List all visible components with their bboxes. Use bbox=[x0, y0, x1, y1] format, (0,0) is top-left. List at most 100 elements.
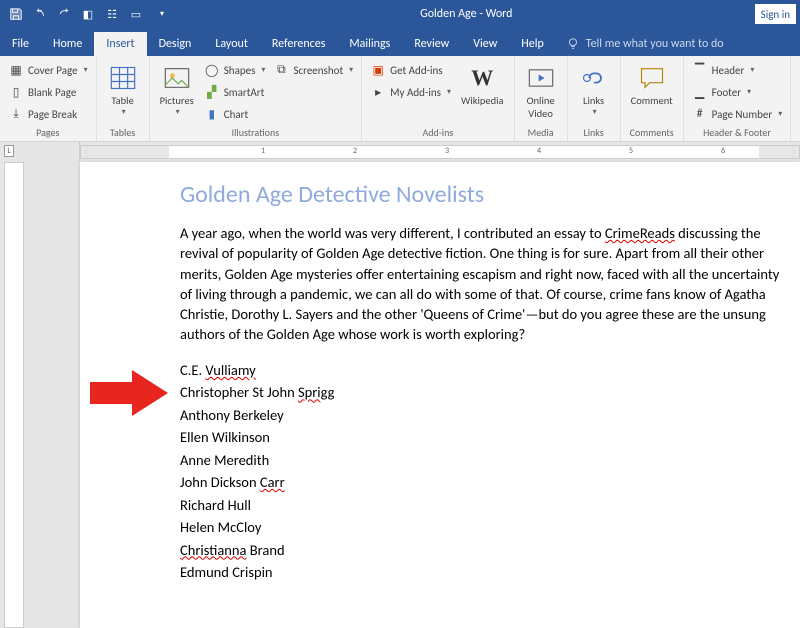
get-addins-label: Get Add-ins bbox=[390, 64, 442, 77]
header-button[interactable]: ▔Header▾ bbox=[690, 60, 785, 80]
group-addins: ▣Get Add-ins ▸My Add-ins▾ W Wikipedia Ad… bbox=[362, 56, 514, 141]
group-media-label: Media bbox=[521, 124, 561, 141]
my-addins-button[interactable]: ▸My Add-ins▾ bbox=[368, 82, 453, 102]
blank-page-button[interactable]: ▯ Blank Page bbox=[6, 82, 90, 102]
group-links: Links▾ Links bbox=[568, 56, 621, 141]
page-break-button[interactable]: ⤓Page Break bbox=[6, 104, 90, 124]
cover-page-button[interactable]: ▦Cover Page▾ bbox=[6, 60, 90, 80]
window-title: Golden Age - Word bbox=[178, 7, 755, 21]
table-button[interactable]: Table▾ bbox=[103, 60, 143, 119]
tab-insert[interactable]: Insert bbox=[94, 32, 146, 56]
para-text-1: A year ago, when the world was very diff… bbox=[180, 224, 605, 242]
horizontal-ruler[interactable]: 1 2 3 4 5 6 bbox=[80, 145, 800, 159]
qat-icon-5[interactable]: ☷ bbox=[104, 6, 120, 22]
my-addins-icon: ▸ bbox=[370, 84, 386, 100]
group-header-footer: ▔Header▾ ▁Footer▾ #Page Number▾ Header &… bbox=[684, 56, 792, 141]
tab-references[interactable]: References bbox=[260, 32, 338, 56]
redo-icon[interactable] bbox=[56, 6, 72, 22]
document-page[interactable]: Golden Age Detective Novelists A year ag… bbox=[80, 162, 800, 628]
author-pre: Edmund Crispin bbox=[180, 563, 273, 581]
undo-icon[interactable] bbox=[32, 6, 48, 22]
author-item: Richard Hull bbox=[180, 494, 782, 516]
shapes-icon: ◯ bbox=[204, 62, 220, 78]
smartart-button[interactable]: ▞ SmartArt bbox=[202, 82, 268, 102]
smartart-icon: ▞ bbox=[204, 84, 220, 100]
table-icon bbox=[107, 62, 139, 94]
document-area: Golden Age Detective Novelists A year ag… bbox=[0, 162, 800, 628]
comment-button[interactable]: Comment bbox=[627, 60, 677, 109]
author-item: Edmund Crispin bbox=[180, 561, 782, 583]
save-icon[interactable] bbox=[8, 6, 24, 22]
pictures-button[interactable]: Pictures▾ bbox=[156, 60, 198, 119]
tab-selector[interactable]: L bbox=[4, 145, 14, 157]
links-button[interactable]: Links▾ bbox=[574, 60, 614, 119]
group-tables: Table▾ Tables bbox=[97, 56, 150, 141]
footer-button[interactable]: ▁Footer▾ bbox=[690, 82, 785, 102]
author-post: Brand bbox=[246, 541, 284, 559]
author-item: Ellen Wilkinson bbox=[180, 426, 782, 448]
comment-icon bbox=[636, 62, 668, 94]
ruler-corner-area: L bbox=[0, 142, 80, 162]
tab-mailings[interactable]: Mailings bbox=[337, 32, 402, 56]
tab-review[interactable]: Review bbox=[402, 32, 461, 56]
wikipedia-icon: W bbox=[466, 62, 498, 94]
group-comments: Comment Comments bbox=[621, 56, 684, 141]
tab-home[interactable]: Home bbox=[41, 32, 94, 56]
author-squiggle: Carr bbox=[260, 473, 285, 491]
group-text: A Text Box▾ Text bbox=[791, 56, 800, 141]
ribbon-tabs: FileHomeInsertDesignLayoutReferencesMail… bbox=[0, 28, 800, 56]
author-squiggle: Christianna bbox=[180, 541, 246, 559]
document-title: Golden Age Detective Novelists bbox=[180, 180, 782, 209]
qat-customize-icon[interactable]: ▾ bbox=[154, 6, 170, 22]
online-video-button[interactable]: Online Video bbox=[521, 60, 561, 122]
page-number-button[interactable]: #Page Number▾ bbox=[690, 104, 785, 124]
group-illus-label: Illustrations bbox=[156, 124, 356, 141]
footer-label: Footer bbox=[712, 86, 741, 99]
author-pre: Ellen Wilkinson bbox=[180, 428, 270, 446]
tell-me-label: Tell me what you want to do bbox=[586, 37, 724, 51]
author-squiggle: Vulliamy bbox=[205, 361, 255, 379]
tell-me[interactable]: Tell me what you want to do bbox=[556, 32, 734, 56]
page-break-label: Page Break bbox=[28, 108, 77, 121]
smartart-label: SmartArt bbox=[224, 86, 265, 99]
chart-label: Chart bbox=[224, 108, 248, 121]
get-addins-button[interactable]: ▣Get Add-ins bbox=[368, 60, 453, 80]
wikipedia-button[interactable]: W Wikipedia bbox=[457, 60, 508, 109]
intro-paragraph: A year ago, when the world was very diff… bbox=[180, 223, 782, 345]
tab-design[interactable]: Design bbox=[147, 32, 204, 56]
my-addins-label: My Add-ins bbox=[390, 86, 441, 99]
tab-file[interactable]: File bbox=[0, 32, 41, 56]
blank-page-label: Blank Page bbox=[28, 86, 76, 99]
footer-icon: ▁ bbox=[692, 84, 708, 100]
author-item: Christianna Brand bbox=[180, 539, 782, 561]
group-pages: ▦Cover Page▾ ▯ Blank Page ⤓Page Break Pag… bbox=[0, 56, 97, 141]
sign-in-button[interactable]: Sign in bbox=[755, 4, 796, 24]
author-list: C.E. VulliamyChristopher St John SpriggA… bbox=[180, 359, 782, 584]
author-pre: Helen McCloy bbox=[180, 518, 261, 536]
vertical-ruler[interactable] bbox=[4, 162, 24, 628]
author-pre: Anne Meredith bbox=[180, 451, 269, 469]
tab-view[interactable]: View bbox=[461, 32, 509, 56]
group-links-label: Links bbox=[574, 124, 614, 141]
wikipedia-label: Wikipedia bbox=[461, 94, 504, 107]
chart-button[interactable]: ▮Chart bbox=[202, 104, 268, 124]
author-item: Christopher St John Sprigg bbox=[180, 381, 782, 403]
qat-icon-4[interactable]: ◧ bbox=[80, 6, 96, 22]
cover-page-label: Cover Page bbox=[28, 64, 78, 77]
shapes-button[interactable]: ◯Shapes▾ bbox=[202, 60, 268, 80]
page-gutter bbox=[24, 162, 80, 628]
author-pre: Anthony Berkeley bbox=[180, 406, 284, 424]
blank-page-icon: ▯ bbox=[8, 84, 24, 100]
tab-help[interactable]: Help bbox=[509, 32, 556, 56]
comment-label: Comment bbox=[631, 94, 673, 107]
screenshot-button[interactable]: ⧉Screenshot▾ bbox=[271, 60, 355, 80]
screenshot-icon: ⧉ bbox=[273, 62, 289, 78]
video-icon bbox=[525, 62, 557, 94]
pictures-label: Pictures bbox=[160, 94, 194, 107]
author-squiggle: Sprigg bbox=[298, 383, 334, 401]
qat-icon-6[interactable]: ▭ bbox=[128, 6, 144, 22]
author-pre: John Dickson bbox=[180, 473, 260, 491]
title-bar: ◧ ☷ ▭ ▾ Golden Age - Word Sign in bbox=[0, 0, 800, 28]
tab-layout[interactable]: Layout bbox=[203, 32, 260, 56]
group-illustrations: Pictures▾ ◯Shapes▾ ▞ SmartArt ▮Chart ⧉Scr… bbox=[150, 56, 363, 141]
